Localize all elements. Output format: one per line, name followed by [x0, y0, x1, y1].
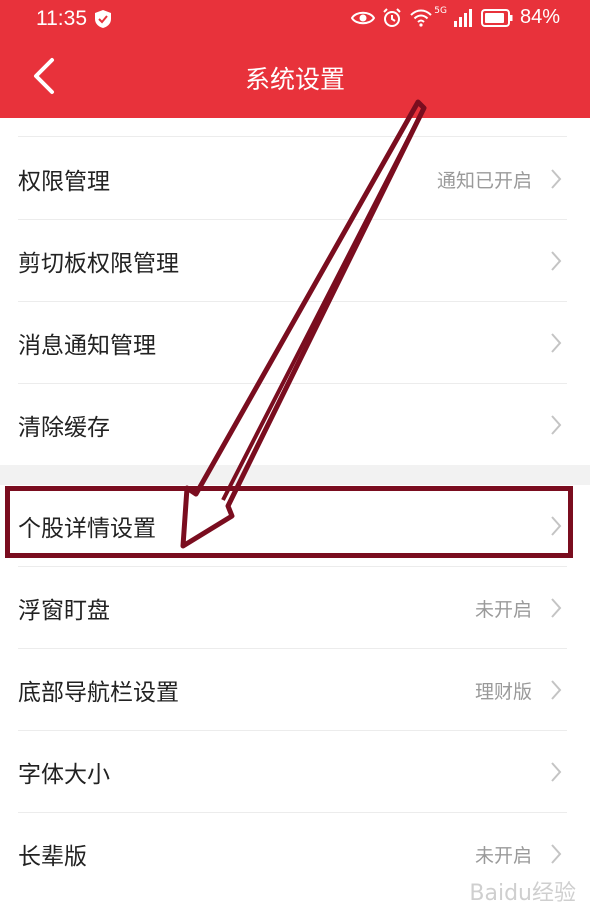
- row-label: 底部导航栏设置: [18, 680, 179, 706]
- watermark: Baidu经验: [469, 881, 576, 906]
- row-label: 清除缓存: [18, 415, 110, 441]
- nav-bar: 系统设置: [0, 38, 590, 118]
- chevron-right-icon: [551, 680, 562, 700]
- shield-icon: [95, 10, 111, 28]
- page-title: 系统设置: [244, 65, 345, 94]
- row-label: 浮窗盯盘: [18, 598, 110, 624]
- status-icons: 5G 84%: [351, 6, 560, 29]
- settings-row-bottom-nav[interactable]: 底部导航栏设置 理财版: [0, 649, 590, 731]
- chevron-right-icon: [551, 415, 562, 435]
- chevron-right-icon: [551, 598, 562, 618]
- row-value: 通知已开启: [436, 170, 532, 192]
- settings-row-font-size[interactable]: 字体大小: [0, 731, 590, 813]
- settings-group-1: 权限管理 通知已开启 剪切板权限管理 消息通知管理 清除缓存: [0, 138, 590, 466]
- row-label: 权限管理: [18, 169, 110, 195]
- row-label: 剪切板权限管理: [18, 251, 179, 277]
- battery-percent: 84%: [519, 6, 560, 28]
- settings-row-notifications[interactable]: 消息通知管理: [0, 302, 590, 384]
- chevron-right-icon: [551, 762, 562, 782]
- chevron-right-icon: [551, 169, 562, 189]
- list-top-divider: [18, 136, 567, 137]
- signal-icon: [453, 8, 472, 27]
- section-gap: [0, 465, 590, 485]
- row-value: 未开启: [474, 599, 532, 621]
- battery-icon: [480, 8, 513, 27]
- row-value: 未开启: [474, 845, 532, 867]
- row-value: 理财版: [474, 681, 532, 703]
- app-header: 11:35 5G 84% 系统设置: [0, 0, 590, 118]
- settings-row-clipboard[interactable]: 剪切板权限管理: [0, 220, 590, 302]
- row-label: 消息通知管理: [18, 333, 156, 359]
- wifi-icon: [410, 9, 432, 27]
- status-bar: 11:35 5G 84%: [0, 0, 590, 38]
- row-label: 字体大小: [18, 762, 110, 788]
- status-time: 11:35: [36, 7, 87, 30]
- chevron-right-icon: [551, 251, 562, 271]
- chevron-right-icon: [551, 333, 562, 353]
- row-label: 长辈版: [18, 844, 87, 870]
- settings-row-clear-cache[interactable]: 清除缓存: [0, 384, 590, 466]
- chevron-right-icon: [551, 844, 562, 864]
- settings-row-float-window[interactable]: 浮窗盯盘 未开启: [0, 567, 590, 649]
- annotation-highlight-box: [5, 486, 573, 558]
- alarm-icon: [383, 7, 401, 27]
- network-type: 5G: [434, 5, 447, 16]
- eye-icon: [351, 11, 376, 24]
- settings-row-permissions[interactable]: 权限管理 通知已开启: [0, 138, 590, 220]
